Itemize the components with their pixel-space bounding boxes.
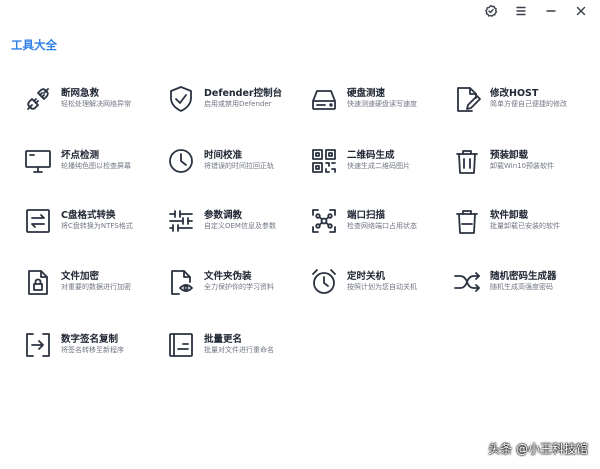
tool-name: 硬盘测速 bbox=[347, 88, 386, 99]
scan-network-icon bbox=[309, 206, 339, 236]
tool-name: 参数调教 bbox=[204, 210, 243, 221]
tool-desc: 批量对文件进行重命名 bbox=[204, 346, 274, 354]
tool-desc: 快速测速硬盘读写速度 bbox=[347, 100, 417, 108]
tool-desc: 对重要的数据进行加密 bbox=[61, 283, 131, 291]
page-title: 工具大全 bbox=[11, 38, 57, 52]
tool-batch-rename[interactable]: 批量更名 批量对文件进行重命名 bbox=[166, 330, 304, 370]
edit-file-icon bbox=[452, 84, 482, 114]
sliders-icon bbox=[166, 206, 196, 236]
tool-desc: 简单方便自己便捷的修改 bbox=[490, 100, 567, 108]
tool-desc: 将C盘转换为NTFS格式 bbox=[61, 222, 133, 230]
tool-dead-pixel-check[interactable]: 坏点检测 轮播纯色图以检查屏幕 bbox=[23, 146, 161, 186]
tool-name: 软件卸载 bbox=[490, 210, 529, 221]
folder-disguise-icon bbox=[166, 267, 196, 297]
qrcode-icon bbox=[309, 146, 339, 176]
swap-icon bbox=[23, 206, 53, 236]
tool-name: 时间校准 bbox=[204, 150, 243, 161]
tool-network-rescue[interactable]: 断网急救 轻松处理解决网络异常 bbox=[23, 84, 161, 124]
tool-desc: 随机生成高强度密码 bbox=[490, 283, 553, 291]
tool-signature-copy[interactable]: 数字签名复制 将签名转移至新程序 bbox=[23, 330, 161, 370]
tool-name: Defender控制台 bbox=[204, 88, 283, 99]
window-controls bbox=[482, 2, 590, 20]
tool-name: 批量更名 bbox=[204, 334, 243, 345]
tool-desc: 快速生成二维码图片 bbox=[347, 162, 410, 170]
tool-name: 预装卸载 bbox=[490, 150, 529, 161]
shield-check-icon bbox=[166, 84, 196, 114]
tool-disk-speed[interactable]: 硬盘测速 快速测速硬盘读写速度 bbox=[309, 84, 447, 124]
tool-software-uninstall[interactable]: 软件卸载 批量卸载已安装的软件 bbox=[452, 206, 590, 246]
tool-qrcode-generator[interactable]: 二维码生成 快速生成二维码图片 bbox=[309, 146, 447, 186]
tool-name: 文件加密 bbox=[61, 271, 100, 282]
clock-icon bbox=[166, 146, 196, 176]
tool-scheduled-shutdown[interactable]: 定时关机 按照计划为您自动关机 bbox=[309, 267, 447, 307]
tool-desc: 批量卸载已安装的软件 bbox=[490, 222, 560, 230]
tool-desc: 自定义OEM信息及参数 bbox=[204, 222, 276, 230]
settings-icon[interactable] bbox=[482, 2, 500, 20]
menu-icon[interactable] bbox=[512, 2, 530, 20]
tool-desc: 将错误的时间拉回正轨 bbox=[204, 162, 274, 170]
plug-icon bbox=[23, 84, 53, 114]
tool-time-sync[interactable]: 时间校准 将错误的时间拉回正轨 bbox=[166, 146, 304, 186]
tool-desc: 轮播纯色图以检查屏幕 bbox=[61, 162, 131, 170]
tool-name: 二维码生成 bbox=[347, 150, 395, 161]
tool-name: 端口扫描 bbox=[347, 210, 386, 221]
tool-name: 随机密码生成器 bbox=[490, 271, 557, 282]
tool-desc: 全力保护你的学习资料 bbox=[204, 283, 274, 291]
tool-name: 数字签名复制 bbox=[61, 334, 119, 345]
tool-random-password[interactable]: 随机密码生成器 随机生成高强度密码 bbox=[452, 267, 590, 307]
minimize-icon[interactable] bbox=[542, 2, 560, 20]
rename-icon bbox=[166, 330, 196, 360]
tool-parameter-tuning[interactable]: 参数调教 自定义OEM信息及参数 bbox=[166, 206, 304, 246]
trash-icon bbox=[452, 206, 482, 236]
tool-preinstall-uninstall[interactable]: 预装卸载 卸载Win10预装软件 bbox=[452, 146, 590, 186]
tool-desc: 卸载Win10预装软件 bbox=[490, 162, 555, 170]
alarm-clock-icon bbox=[309, 267, 339, 297]
tool-name: C盘格式转换 bbox=[61, 210, 116, 221]
shuffle-icon bbox=[452, 267, 482, 297]
tool-desc: 按照计划为您自动关机 bbox=[347, 283, 417, 291]
tool-desc: 检查网络端口占用状态 bbox=[347, 222, 417, 230]
tool-file-encrypt[interactable]: 文件加密 对重要的数据进行加密 bbox=[23, 267, 161, 307]
tool-defender-console[interactable]: Defender控制台 启用或禁用Defender bbox=[166, 84, 304, 124]
tool-name: 文件夹伪装 bbox=[204, 271, 252, 282]
tool-name: 定时关机 bbox=[347, 271, 386, 282]
tool-name: 坏点检测 bbox=[61, 150, 100, 161]
tool-c-drive-convert[interactable]: C盘格式转换 将C盘转换为NTFS格式 bbox=[23, 206, 161, 246]
hard-drive-icon bbox=[309, 84, 339, 114]
tool-port-scan[interactable]: 端口扫描 检查网络端口占用状态 bbox=[309, 206, 447, 246]
tool-desc: 轻松处理解决网络异常 bbox=[61, 100, 131, 108]
watermark: 头条 @小王科技馆 bbox=[488, 442, 588, 456]
title-bar bbox=[0, 0, 600, 26]
tool-desc: 启用或禁用Defender bbox=[204, 100, 272, 108]
tool-name: 断网急救 bbox=[61, 88, 100, 99]
close-icon[interactable] bbox=[572, 2, 590, 20]
tool-modify-host[interactable]: 修改HOST 简单方便自己便捷的修改 bbox=[452, 84, 590, 124]
tool-desc: 将签名转移至新程序 bbox=[61, 346, 124, 354]
tool-name: 修改HOST bbox=[490, 88, 539, 99]
signature-copy-icon bbox=[23, 330, 53, 360]
trash-icon bbox=[452, 146, 482, 176]
lock-file-icon bbox=[23, 267, 53, 297]
tool-folder-disguise[interactable]: 文件夹伪装 全力保护你的学习资料 bbox=[166, 267, 304, 307]
monitor-icon bbox=[23, 146, 53, 176]
